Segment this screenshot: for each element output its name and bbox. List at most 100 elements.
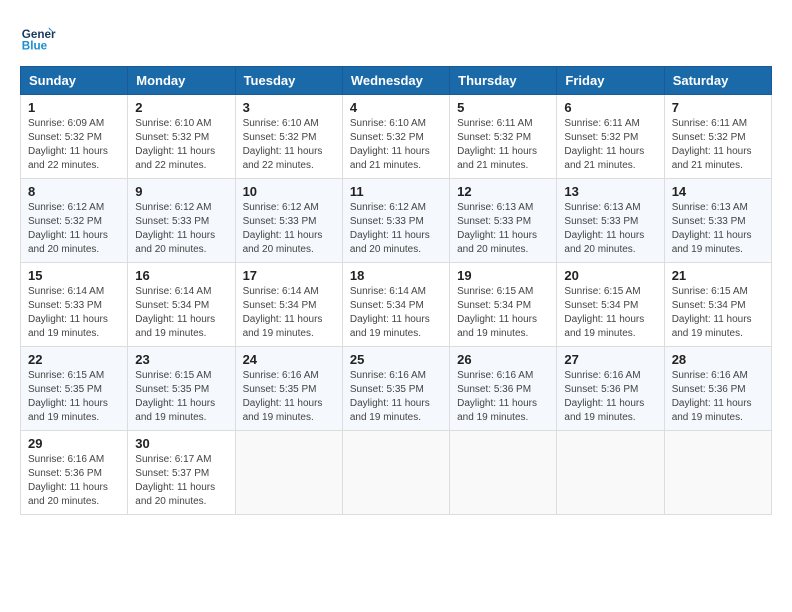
day-info: Sunrise: 6:17 AM Sunset: 5:37 PM Dayligh… bbox=[135, 453, 227, 509]
calendar-day-15: 15 Sunrise: 6:14 AM Sunset: 5:33 PM Dayl… bbox=[21, 263, 128, 347]
day-info: Sunrise: 6:16 AM Sunset: 5:36 PM Dayligh… bbox=[672, 369, 764, 425]
calendar-day-8: 8 Sunrise: 6:12 AM Sunset: 5:32 PM Dayli… bbox=[21, 179, 128, 263]
day-info: Sunrise: 6:10 AM Sunset: 5:32 PM Dayligh… bbox=[243, 117, 335, 173]
day-info: Sunrise: 6:14 AM Sunset: 5:34 PM Dayligh… bbox=[350, 285, 442, 341]
day-number: 27 bbox=[564, 352, 656, 367]
day-number: 3 bbox=[243, 100, 335, 115]
calendar-day-30: 30 Sunrise: 6:17 AM Sunset: 5:37 PM Dayl… bbox=[128, 431, 235, 515]
day-number: 28 bbox=[672, 352, 764, 367]
calendar-day-14: 14 Sunrise: 6:13 AM Sunset: 5:33 PM Dayl… bbox=[664, 179, 771, 263]
calendar-empty-cell bbox=[557, 431, 664, 515]
day-info: Sunrise: 6:14 AM Sunset: 5:34 PM Dayligh… bbox=[135, 285, 227, 341]
day-info: Sunrise: 6:16 AM Sunset: 5:36 PM Dayligh… bbox=[564, 369, 656, 425]
calendar-day-19: 19 Sunrise: 6:15 AM Sunset: 5:34 PM Dayl… bbox=[450, 263, 557, 347]
day-number: 8 bbox=[28, 184, 120, 199]
calendar-day-7: 7 Sunrise: 6:11 AM Sunset: 5:32 PM Dayli… bbox=[664, 95, 771, 179]
calendar-day-25: 25 Sunrise: 6:16 AM Sunset: 5:35 PM Dayl… bbox=[342, 347, 449, 431]
calendar-empty-cell bbox=[450, 431, 557, 515]
calendar-empty-cell bbox=[342, 431, 449, 515]
calendar-header-row: SundayMondayTuesdayWednesdayThursdayFrid… bbox=[21, 67, 772, 95]
day-number: 2 bbox=[135, 100, 227, 115]
calendar-day-24: 24 Sunrise: 6:16 AM Sunset: 5:35 PM Dayl… bbox=[235, 347, 342, 431]
day-info: Sunrise: 6:14 AM Sunset: 5:34 PM Dayligh… bbox=[243, 285, 335, 341]
day-number: 5 bbox=[457, 100, 549, 115]
day-info: Sunrise: 6:12 AM Sunset: 5:33 PM Dayligh… bbox=[243, 201, 335, 257]
calendar-header-monday: Monday bbox=[128, 67, 235, 95]
calendar-day-13: 13 Sunrise: 6:13 AM Sunset: 5:33 PM Dayl… bbox=[557, 179, 664, 263]
calendar-day-11: 11 Sunrise: 6:12 AM Sunset: 5:33 PM Dayl… bbox=[342, 179, 449, 263]
calendar-day-6: 6 Sunrise: 6:11 AM Sunset: 5:32 PM Dayli… bbox=[557, 95, 664, 179]
calendar-day-12: 12 Sunrise: 6:13 AM Sunset: 5:33 PM Dayl… bbox=[450, 179, 557, 263]
calendar-day-17: 17 Sunrise: 6:14 AM Sunset: 5:34 PM Dayl… bbox=[235, 263, 342, 347]
day-number: 24 bbox=[243, 352, 335, 367]
day-number: 6 bbox=[564, 100, 656, 115]
day-info: Sunrise: 6:16 AM Sunset: 5:36 PM Dayligh… bbox=[457, 369, 549, 425]
svg-text:Blue: Blue bbox=[22, 40, 48, 53]
day-number: 14 bbox=[672, 184, 764, 199]
calendar-header-friday: Friday bbox=[557, 67, 664, 95]
day-number: 16 bbox=[135, 268, 227, 283]
calendar-day-26: 26 Sunrise: 6:16 AM Sunset: 5:36 PM Dayl… bbox=[450, 347, 557, 431]
day-number: 20 bbox=[564, 268, 656, 283]
day-number: 26 bbox=[457, 352, 549, 367]
calendar-day-3: 3 Sunrise: 6:10 AM Sunset: 5:32 PM Dayli… bbox=[235, 95, 342, 179]
day-number: 12 bbox=[457, 184, 549, 199]
calendar-empty-cell bbox=[235, 431, 342, 515]
day-number: 21 bbox=[672, 268, 764, 283]
day-info: Sunrise: 6:12 AM Sunset: 5:33 PM Dayligh… bbox=[135, 201, 227, 257]
calendar-day-20: 20 Sunrise: 6:15 AM Sunset: 5:34 PM Dayl… bbox=[557, 263, 664, 347]
calendar-day-9: 9 Sunrise: 6:12 AM Sunset: 5:33 PM Dayli… bbox=[128, 179, 235, 263]
calendar-day-10: 10 Sunrise: 6:12 AM Sunset: 5:33 PM Dayl… bbox=[235, 179, 342, 263]
day-info: Sunrise: 6:13 AM Sunset: 5:33 PM Dayligh… bbox=[564, 201, 656, 257]
day-number: 29 bbox=[28, 436, 120, 451]
calendar-day-16: 16 Sunrise: 6:14 AM Sunset: 5:34 PM Dayl… bbox=[128, 263, 235, 347]
day-info: Sunrise: 6:13 AM Sunset: 5:33 PM Dayligh… bbox=[457, 201, 549, 257]
day-number: 1 bbox=[28, 100, 120, 115]
calendar-day-28: 28 Sunrise: 6:16 AM Sunset: 5:36 PM Dayl… bbox=[664, 347, 771, 431]
calendar-header-sunday: Sunday bbox=[21, 67, 128, 95]
day-number: 23 bbox=[135, 352, 227, 367]
day-info: Sunrise: 6:11 AM Sunset: 5:32 PM Dayligh… bbox=[672, 117, 764, 173]
day-number: 11 bbox=[350, 184, 442, 199]
calendar-empty-cell bbox=[664, 431, 771, 515]
day-info: Sunrise: 6:11 AM Sunset: 5:32 PM Dayligh… bbox=[457, 117, 549, 173]
calendar-header-thursday: Thursday bbox=[450, 67, 557, 95]
day-info: Sunrise: 6:16 AM Sunset: 5:36 PM Dayligh… bbox=[28, 453, 120, 509]
day-number: 9 bbox=[135, 184, 227, 199]
calendar-week-3: 15 Sunrise: 6:14 AM Sunset: 5:33 PM Dayl… bbox=[21, 263, 772, 347]
day-info: Sunrise: 6:10 AM Sunset: 5:32 PM Dayligh… bbox=[350, 117, 442, 173]
calendar-header-saturday: Saturday bbox=[664, 67, 771, 95]
calendar-week-2: 8 Sunrise: 6:12 AM Sunset: 5:32 PM Dayli… bbox=[21, 179, 772, 263]
calendar-day-21: 21 Sunrise: 6:15 AM Sunset: 5:34 PM Dayl… bbox=[664, 263, 771, 347]
day-info: Sunrise: 6:15 AM Sunset: 5:34 PM Dayligh… bbox=[672, 285, 764, 341]
day-info: Sunrise: 6:09 AM Sunset: 5:32 PM Dayligh… bbox=[28, 117, 120, 173]
day-number: 18 bbox=[350, 268, 442, 283]
calendar-day-23: 23 Sunrise: 6:15 AM Sunset: 5:35 PM Dayl… bbox=[128, 347, 235, 431]
calendar-day-1: 1 Sunrise: 6:09 AM Sunset: 5:32 PM Dayli… bbox=[21, 95, 128, 179]
day-number: 13 bbox=[564, 184, 656, 199]
day-info: Sunrise: 6:13 AM Sunset: 5:33 PM Dayligh… bbox=[672, 201, 764, 257]
day-number: 30 bbox=[135, 436, 227, 451]
calendar-day-29: 29 Sunrise: 6:16 AM Sunset: 5:36 PM Dayl… bbox=[21, 431, 128, 515]
day-number: 17 bbox=[243, 268, 335, 283]
calendar-week-5: 29 Sunrise: 6:16 AM Sunset: 5:36 PM Dayl… bbox=[21, 431, 772, 515]
day-info: Sunrise: 6:15 AM Sunset: 5:34 PM Dayligh… bbox=[564, 285, 656, 341]
day-info: Sunrise: 6:10 AM Sunset: 5:32 PM Dayligh… bbox=[135, 117, 227, 173]
day-number: 10 bbox=[243, 184, 335, 199]
day-number: 4 bbox=[350, 100, 442, 115]
day-number: 25 bbox=[350, 352, 442, 367]
calendar-week-4: 22 Sunrise: 6:15 AM Sunset: 5:35 PM Dayl… bbox=[21, 347, 772, 431]
day-info: Sunrise: 6:15 AM Sunset: 5:34 PM Dayligh… bbox=[457, 285, 549, 341]
calendar-day-18: 18 Sunrise: 6:14 AM Sunset: 5:34 PM Dayl… bbox=[342, 263, 449, 347]
calendar-day-2: 2 Sunrise: 6:10 AM Sunset: 5:32 PM Dayli… bbox=[128, 95, 235, 179]
calendar-day-22: 22 Sunrise: 6:15 AM Sunset: 5:35 PM Dayl… bbox=[21, 347, 128, 431]
day-info: Sunrise: 6:12 AM Sunset: 5:33 PM Dayligh… bbox=[350, 201, 442, 257]
day-info: Sunrise: 6:15 AM Sunset: 5:35 PM Dayligh… bbox=[28, 369, 120, 425]
calendar-day-27: 27 Sunrise: 6:16 AM Sunset: 5:36 PM Dayl… bbox=[557, 347, 664, 431]
header: General Blue bbox=[20, 20, 772, 56]
day-number: 22 bbox=[28, 352, 120, 367]
calendar-header-wednesday: Wednesday bbox=[342, 67, 449, 95]
logo-icon: General Blue bbox=[20, 20, 56, 56]
calendar-header-tuesday: Tuesday bbox=[235, 67, 342, 95]
day-info: Sunrise: 6:14 AM Sunset: 5:33 PM Dayligh… bbox=[28, 285, 120, 341]
